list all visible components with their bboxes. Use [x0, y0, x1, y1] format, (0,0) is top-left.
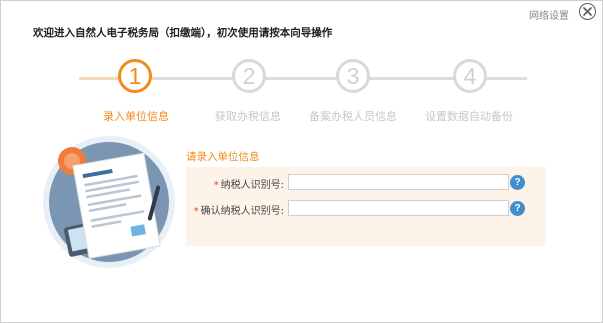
welcome-message: 欢迎进入自然人电子税务局（扣缴端），初次使用请按本向导操作	[33, 27, 333, 39]
form-panel: * 纳税人识别号: ? * 确认纳税人识别号: ?	[186, 167, 546, 246]
network-settings-link[interactable]: 网络设置	[529, 7, 569, 22]
confirm-taxpayer-id-input[interactable]	[288, 200, 509, 216]
taxpayer-id-row: * 纳税人识别号: ?	[186, 174, 546, 192]
step-2-label: 获取办税信息	[215, 110, 281, 123]
wizard-steps: 1 2 3 4 录入单位信息 获取办税信息 备案办税人员信息 设置数据自动备份	[1, 56, 603, 126]
close-button[interactable]	[579, 3, 596, 20]
document-illustration	[43, 136, 175, 268]
confirm-taxpayer-id-row: * 确认纳税人识别号: ?	[186, 200, 546, 218]
step-2-circle: 2	[232, 59, 266, 93]
step-4-label: 设置数据自动备份	[425, 110, 513, 123]
step-4-circle: 4	[453, 59, 487, 93]
taxpayer-id-input[interactable]	[288, 174, 509, 190]
step-1-label: 录入单位信息	[103, 110, 169, 123]
step-3-circle: 3	[336, 59, 370, 93]
wizard-window: 网络设置 欢迎进入自然人电子税务局（扣缴端），初次使用请按本向导操作 1 2 3…	[0, 0, 603, 323]
step-1-circle: 1	[118, 59, 152, 93]
help-icon[interactable]: ?	[510, 201, 525, 216]
form-title: 请录入单位信息	[186, 151, 260, 163]
help-icon[interactable]: ?	[510, 175, 525, 190]
close-icon	[583, 7, 592, 16]
confirm-taxpayer-id-label: * 确认纳税人识别号:	[193, 206, 284, 217]
step-3-label: 备案办税人员信息	[309, 110, 397, 123]
taxpayer-id-label: * 纳税人识别号:	[213, 180, 284, 191]
